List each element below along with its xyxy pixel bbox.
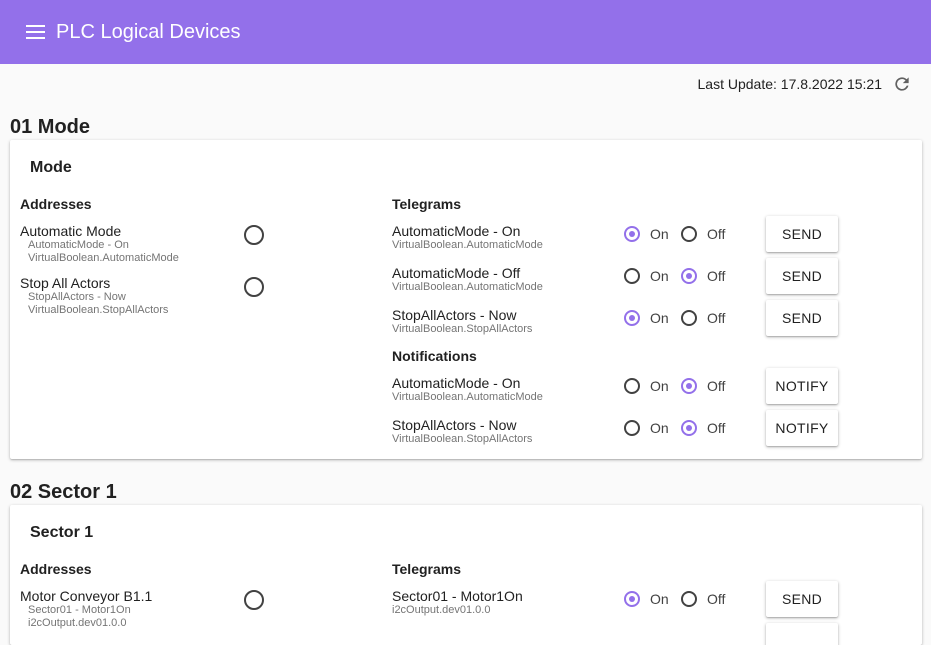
on-radio[interactable] [624,268,640,284]
telegram-name: StopAllActors - Now [392,307,517,323]
device-card: Sector 1 Addresses Motor Conveyor B1.1 S… [10,505,922,645]
off-label: Off [707,310,726,326]
send-button[interactable]: SEND [766,300,838,336]
refresh-icon[interactable] [892,74,912,94]
address-item: Stop All Actors StopAllActors - Now Virt… [20,275,168,317]
on-label: On [650,378,669,394]
on-radio[interactable] [624,591,640,607]
telegram-item: AutomaticMode - On VirtualBoolean.Automa… [392,223,543,252]
on-radio[interactable] [624,310,640,326]
app-bar: PLC Logical Devices [0,0,931,64]
address-source: VirtualBoolean.AutomaticMode [28,252,179,264]
menu-icon[interactable] [26,25,45,39]
off-radio[interactable] [681,378,697,394]
send-button[interactable]: SEND [766,258,838,294]
notification-item: StopAllActors - Now VirtualBoolean.StopA… [392,417,532,446]
notification-source: VirtualBoolean.StopAllActors [392,433,533,445]
telegram-name: AutomaticMode - Off [392,265,521,281]
telegram-item: AutomaticMode - Off VirtualBoolean.Autom… [392,265,543,294]
notification-item: AutomaticMode - On VirtualBoolean.Automa… [392,375,543,404]
on-label: On [650,591,669,607]
notifications-heading: Notifications [392,348,477,364]
off-label: Off [707,591,726,607]
notification-name: AutomaticMode - On [392,375,521,391]
notification-name: StopAllActors - Now [392,417,517,433]
off-radio[interactable] [681,420,697,436]
address-item: Motor Conveyor B1.1 Sector01 - Motor1On … [20,588,152,630]
address-state-radio[interactable] [244,590,264,610]
off-radio[interactable] [681,310,697,326]
telegram-item: Sector01 - Motor1On i2cOutput.dev01.0.0 [392,588,523,617]
address-telegram: StopAllActors - Now [28,291,126,303]
address-telegram: Sector01 - Motor1On [28,604,131,616]
section-title: 01 Mode [10,116,91,138]
on-radio[interactable] [624,420,640,436]
on-label: On [650,420,669,436]
telegram-name: AutomaticMode - On [392,223,521,239]
off-label: Off [707,268,726,284]
telegram-source: i2cOutput.dev01.0.0 [392,604,491,616]
notify-button[interactable]: NOTIFY [766,368,838,404]
on-label: On [650,310,669,326]
send-button[interactable]: SEND [766,216,838,252]
last-update-text: Last Update: 17.8.2022 15:21 [697,76,882,92]
address-item: Automatic Mode AutomaticMode - On Virtua… [20,223,179,265]
send-button[interactable] [766,623,838,645]
address-telegram: AutomaticMode - On [28,239,129,251]
telegrams-heading: Telegrams [392,561,461,577]
off-label: Off [707,378,726,394]
section-title: 02 Sector 1 [10,481,117,503]
addresses-heading: Addresses [20,196,92,212]
telegrams-heading: Telegrams [392,196,461,212]
address-source: i2cOutput.dev01.0.0 [28,617,127,629]
device-card: Mode Addresses Automatic Mode AutomaticM… [10,140,922,459]
off-label: Off [707,420,726,436]
on-label: On [650,226,669,242]
telegram-name: Sector01 - Motor1On [392,588,523,604]
addresses-heading: Addresses [20,561,92,577]
address-state-radio[interactable] [244,277,264,297]
off-label: Off [707,226,726,242]
app-title: PLC Logical Devices [56,21,241,43]
off-radio[interactable] [681,226,697,242]
notification-source: VirtualBoolean.AutomaticMode [392,391,543,403]
notify-button[interactable]: NOTIFY [766,410,838,446]
send-button[interactable]: SEND [766,581,838,617]
telegram-source: VirtualBoolean.AutomaticMode [392,281,543,293]
card-title: Sector 1 [30,524,94,541]
telegram-source: VirtualBoolean.StopAllActors [392,323,533,335]
card-title: Mode [30,159,72,176]
address-name: Motor Conveyor B1.1 [20,588,153,604]
on-radio[interactable] [624,378,640,394]
address-state-radio[interactable] [244,225,264,245]
address-source: VirtualBoolean.StopAllActors [28,304,169,316]
on-radio[interactable] [624,226,640,242]
address-name: Automatic Mode [20,223,122,239]
on-label: On [650,268,669,284]
telegram-source: VirtualBoolean.AutomaticMode [392,239,543,251]
off-radio[interactable] [681,591,697,607]
address-name: Stop All Actors [20,275,111,291]
off-radio[interactable] [681,268,697,284]
telegram-item: StopAllActors - Now VirtualBoolean.StopA… [392,307,532,336]
